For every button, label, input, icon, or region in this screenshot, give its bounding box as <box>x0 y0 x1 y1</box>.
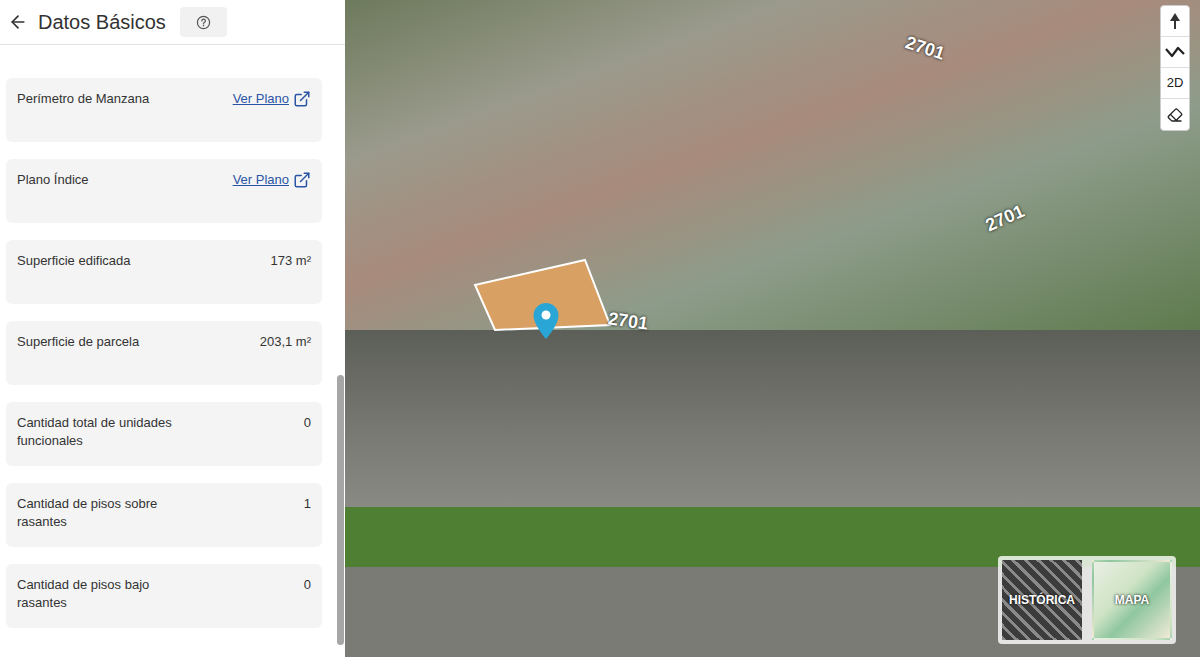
eraser-icon <box>1167 107 1183 123</box>
back-arrow-icon[interactable] <box>8 12 28 32</box>
info-card: Cantidad total de unidades funcionales 0 <box>6 402 322 466</box>
layer-label: MAPA <box>1115 591 1149 609</box>
card-label: Superficie de parcela <box>17 333 139 351</box>
block-number-label: 2701 <box>606 305 649 337</box>
card-value: 173 m² <box>271 252 311 270</box>
view-plan-link[interactable]: Ver Plano <box>233 171 311 189</box>
panel-body: Perímetro de ManzanaVer PlanoPlano Índic… <box>0 45 345 657</box>
scrollbar-track <box>337 45 345 657</box>
info-card: Cantidad de pisos bajo rasantes 0 <box>6 564 322 628</box>
external-link-icon <box>293 171 311 189</box>
draw-button[interactable] <box>1161 99 1189 130</box>
compass-icon <box>1168 12 1182 30</box>
route-icon <box>1164 45 1186 59</box>
side-panel: Datos Básicos Perímetro de Manzana Ver Pla… <box>0 0 345 657</box>
help-button[interactable] <box>180 7 227 37</box>
compass-button[interactable] <box>1161 6 1189 37</box>
info-card: Cantidad de pisos sobre rasantes 1 <box>6 483 322 547</box>
panel-title: Datos Básicos <box>38 12 166 32</box>
route-button[interactable] <box>1161 37 1189 68</box>
info-card: Superficie edificada 173 m² <box>6 240 322 304</box>
card-label: Cantidad de pisos bajo rasantes <box>17 576 187 612</box>
card-label: Plano Índice <box>17 171 89 189</box>
map-controls: 2D <box>1160 5 1190 131</box>
card-label: Superficie edificada <box>17 252 130 270</box>
card-value: 1 <box>304 495 311 513</box>
scrollbar-thumb[interactable] <box>337 375 344 645</box>
map-city-blocks <box>345 0 1200 330</box>
info-card: Perímetro de Manzana Ver Plano <box>6 78 322 142</box>
view-toggle-button[interactable]: 2D <box>1161 68 1189 99</box>
layer-label: HISTÓRICA <box>1009 591 1075 609</box>
location-pin-icon <box>532 302 560 340</box>
card-value: 203,1 m² <box>260 333 311 351</box>
app: Datos Básicos Perímetro de Manzana Ver Pla… <box>0 0 1200 657</box>
layer-thumbnail[interactable]: MAPA <box>1092 560 1172 640</box>
card-value: 0 <box>304 414 311 432</box>
card-label: Cantidad total de unidades funcionales <box>17 414 187 450</box>
info-card: Plano Índice Ver Plano <box>6 159 322 223</box>
layer-thumbnail[interactable]: HISTÓRICA <box>1002 560 1082 640</box>
panel-header: Datos Básicos <box>0 0 345 45</box>
card-value: 0 <box>304 576 311 594</box>
view-plan-link[interactable]: Ver Plano <box>233 90 311 108</box>
help-icon <box>196 15 211 30</box>
card-label: Cantidad de pisos sobre rasantes <box>17 495 187 531</box>
card-list: Perímetro de ManzanaVer PlanoPlano Índic… <box>6 45 322 657</box>
info-card: Superficie de parcela 203,1 m² <box>6 321 322 385</box>
map-street <box>345 330 1200 507</box>
card-label: Perímetro de Manzana <box>17 90 149 108</box>
map-view[interactable]: 2701270127012DHISTÓRICAMAPA <box>345 0 1200 657</box>
layer-switcher: HISTÓRICA MAPA <box>998 556 1176 644</box>
external-link-icon <box>293 90 311 108</box>
